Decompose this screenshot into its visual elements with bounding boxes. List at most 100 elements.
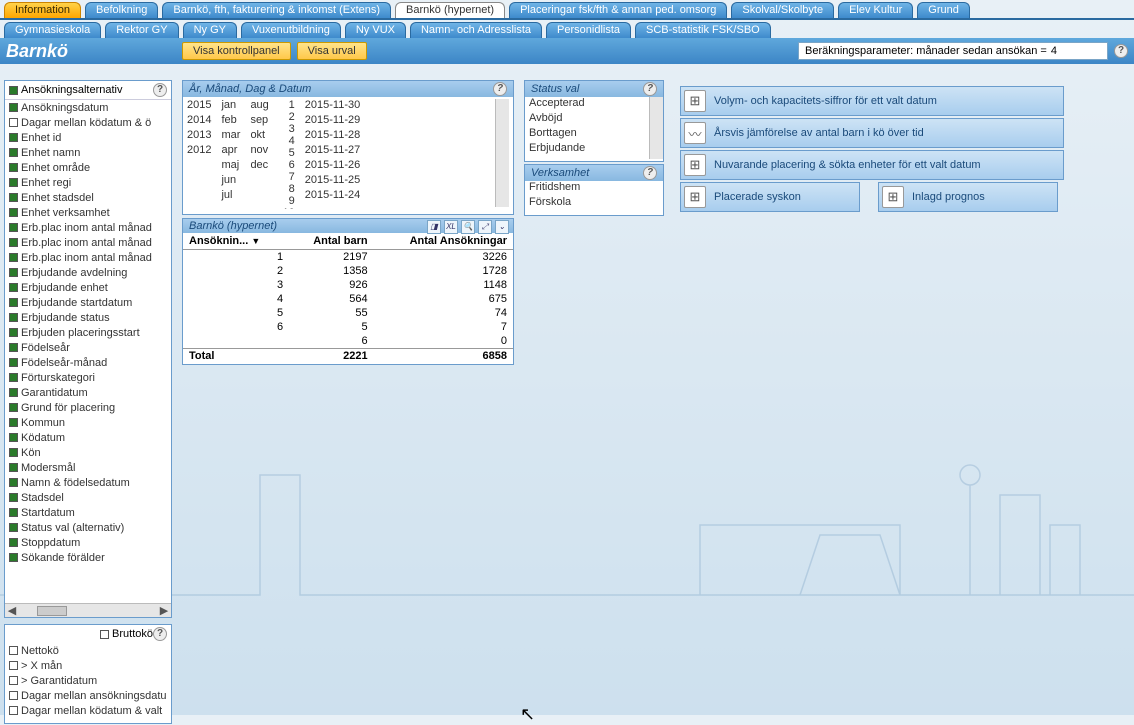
list-item[interactable]: jun — [221, 174, 240, 189]
table-row[interactable]: 55574 — [183, 306, 513, 320]
list-item[interactable]: Avböjd — [525, 112, 663, 127]
checkbox[interactable] — [100, 630, 109, 639]
bottom-item[interactable]: > Garantidatum — [5, 673, 171, 688]
checkbox[interactable] — [9, 433, 18, 442]
checkbox[interactable] — [9, 661, 18, 670]
checkbox[interactable] — [9, 253, 18, 262]
checkbox[interactable] — [9, 163, 18, 172]
months1-col[interactable]: janfebmaraprmajjunjul — [221, 99, 240, 207]
sidebar-item[interactable]: Sökande förälder — [5, 550, 171, 565]
list-item[interactable]: 2013 — [187, 129, 211, 144]
list-item[interactable]: feb — [221, 114, 240, 129]
list-item[interactable]: Erbjudande — [525, 142, 663, 157]
checkbox[interactable] — [9, 238, 18, 247]
checkbox[interactable] — [9, 208, 18, 217]
sidebar-item[interactable]: Enhet verksamhet — [5, 205, 171, 220]
list-item[interactable]: apr — [221, 144, 240, 159]
scroll-left-icon[interactable]: ◀ — [5, 604, 19, 617]
checkbox[interactable] — [9, 373, 18, 382]
sidebar-item[interactable]: Namn & födelsedatum — [5, 475, 171, 490]
checkbox[interactable] — [9, 223, 18, 232]
sidebar-item[interactable]: Erbjudande status — [5, 310, 171, 325]
tab-top[interactable]: Elev Kultur — [838, 2, 913, 18]
checkbox[interactable] — [9, 343, 18, 352]
nav-button[interactable]: ⊞Inlagd prognos — [878, 182, 1058, 212]
dates-col[interactable]: 2015-11-302015-11-292015-11-282015-11-27… — [305, 99, 360, 207]
list-item[interactable]: Borttagen — [525, 127, 663, 142]
sidebar-item[interactable]: Enhet stadsdel — [5, 190, 171, 205]
visa-kontrollpanel-button[interactable]: Visa kontrollpanel — [182, 42, 291, 60]
checkbox[interactable] — [9, 103, 18, 112]
sidebar-item[interactable]: Stadsdel — [5, 490, 171, 505]
checkbox[interactable] — [9, 523, 18, 532]
checkbox[interactable] — [9, 403, 18, 412]
param-box[interactable]: Beräkningsparameter: månader sedan ansök… — [798, 42, 1108, 60]
checkbox[interactable] — [9, 328, 18, 337]
checkbox[interactable] — [9, 388, 18, 397]
checkbox[interactable] — [9, 283, 18, 292]
help-icon[interactable]: ? — [493, 82, 507, 96]
sidebar-item[interactable]: Dagar mellan ködatum & ö — [5, 115, 171, 130]
checkbox[interactable] — [9, 691, 18, 700]
sidebar-item[interactable]: Erbjuden placeringsstart — [5, 325, 171, 340]
checkbox[interactable] — [9, 148, 18, 157]
sidebar-item[interactable]: Erb.plac inom antal månad — [5, 250, 171, 265]
checkbox[interactable] — [9, 418, 18, 427]
table-row[interactable]: 121973226 — [183, 250, 513, 265]
sidebar-item[interactable]: Modersmål — [5, 460, 171, 475]
checkbox[interactable] — [9, 706, 18, 715]
sidebar-item[interactable]: Ansökningsdatum — [5, 100, 171, 115]
sidebar-item[interactable]: Enhet område — [5, 160, 171, 175]
tab-top[interactable]: Grund — [917, 2, 970, 18]
checkbox[interactable] — [9, 358, 18, 367]
tab-sub[interactable]: SCB-statistik FSK/SBO — [635, 22, 771, 38]
sidebar-item[interactable]: Enhet regi — [5, 175, 171, 190]
list-item[interactable]: 2015-11-30 — [305, 99, 360, 114]
help-icon[interactable]: ? — [153, 83, 167, 97]
sidebar-item[interactable]: Erbjudande avdelning — [5, 265, 171, 280]
date-scrollbar[interactable] — [495, 99, 509, 207]
list-item[interactable]: 2015-11-25 — [305, 174, 360, 189]
table-tool-button[interactable]: 🔍 — [461, 220, 475, 234]
sidebar-item[interactable]: Enhet id — [5, 130, 171, 145]
table-header[interactable]: Ansöknin... ▼ — [183, 233, 289, 250]
list-item[interactable]: jan — [221, 99, 240, 114]
list-item[interactable]: 2015-11-24 — [305, 189, 360, 204]
sidebar-item[interactable]: Erbjudande enhet — [5, 280, 171, 295]
months2-col[interactable]: augsepoktnovdec — [250, 99, 268, 207]
checkbox[interactable] — [9, 508, 18, 517]
tab-top[interactable]: Barnkö, fth, fakturering & inkomst (Exte… — [162, 2, 391, 18]
list-item[interactable]: dec — [250, 159, 268, 174]
sidebar-item[interactable]: Stoppdatum — [5, 535, 171, 550]
checkbox[interactable] — [9, 298, 18, 307]
tab-sub[interactable]: Ny VUX — [345, 22, 406, 38]
years-col[interactable]: 2015201420132012 — [187, 99, 211, 207]
checkbox[interactable] — [9, 538, 18, 547]
tab-top[interactable]: Barnkö (hypernet) — [395, 2, 505, 18]
tab-top[interactable]: Befolkning — [85, 2, 158, 18]
tab-top[interactable]: Information — [4, 2, 81, 18]
list-item[interactable]: Fritidshem — [525, 181, 663, 196]
list-item[interactable]: 2015-11-27 — [305, 144, 360, 159]
table-row[interactable]: 657 — [183, 320, 513, 334]
table-row[interactable]: 60 — [183, 334, 513, 349]
tab-top[interactable]: Skolval/Skolbyte — [731, 2, 834, 18]
help-icon[interactable]: ? — [1114, 44, 1128, 58]
table-row[interactable]: 4564675 — [183, 292, 513, 306]
checkbox[interactable] — [9, 493, 18, 502]
table-header[interactable]: Antal Ansökningar — [374, 233, 513, 250]
sidebar-item[interactable]: Garantidatum — [5, 385, 171, 400]
list-item[interactable]: maj — [221, 159, 240, 174]
list-item[interactable]: 2015-11-29 — [305, 114, 360, 129]
checkbox[interactable] — [9, 268, 18, 277]
checkbox[interactable] — [9, 463, 18, 472]
table-tool-button[interactable]: XL — [444, 220, 458, 234]
sidebar-item[interactable]: Födelseår — [5, 340, 171, 355]
list-item[interactable]: Accepterad — [525, 97, 663, 112]
bottom-item[interactable]: Nettokö — [5, 643, 171, 658]
help-icon[interactable]: ? — [643, 82, 657, 96]
tab-top[interactable]: Placeringar fsk/fth & annan ped. omsorg — [509, 2, 727, 18]
nav-button[interactable]: ⊞Nuvarande placering & sökta enheter för… — [680, 150, 1064, 180]
table-tool-button[interactable]: ⤢ — [478, 220, 492, 234]
tab-sub[interactable]: Namn- och Adresslista — [410, 22, 542, 38]
